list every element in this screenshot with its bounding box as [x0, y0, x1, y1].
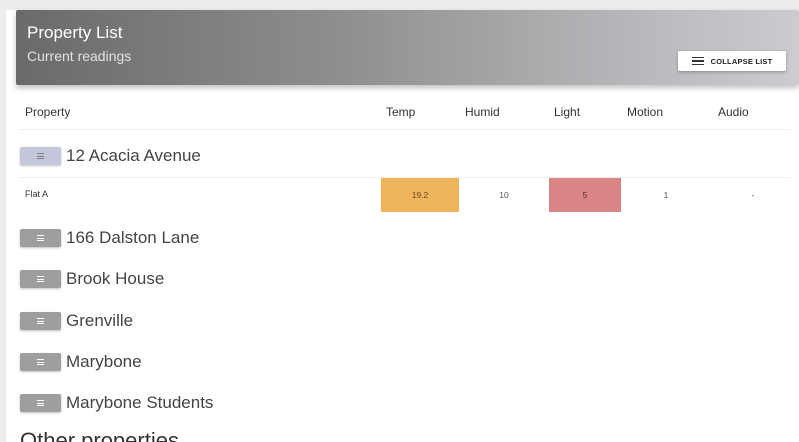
collapse-list-label: COLLAPSE LIST	[710, 56, 773, 66]
list-icon	[37, 153, 44, 159]
expand-toggle-button[interactable]	[20, 147, 61, 165]
expand-toggle-button[interactable]	[20, 270, 61, 288]
property-row: 12 Acacia Avenue	[20, 145, 201, 167]
motion-reading: 1	[663, 190, 669, 200]
property-name: Marybone	[66, 352, 142, 371]
page: Property List Current readings COLLAPSE …	[0, 0, 799, 442]
expand-toggle-button[interactable]	[20, 394, 61, 412]
column-header-audio: Audio	[718, 105, 749, 119]
audio-reading: -	[751, 190, 755, 200]
list-icon	[37, 400, 44, 406]
list-icon	[691, 56, 704, 66]
property-name: Brook House	[66, 269, 165, 288]
light-reading: 5	[549, 178, 621, 212]
column-header-motion: Motion	[627, 105, 664, 119]
column-header-humid: Humid	[465, 105, 500, 119]
property-row: Marybone	[20, 351, 142, 373]
page-subtitle: Current readings	[27, 48, 132, 64]
expand-toggle-button[interactable]	[20, 353, 61, 371]
property-name: Grenville	[66, 311, 134, 330]
column-header-temp: Temp	[386, 105, 416, 119]
property-name: Marybone Students	[66, 393, 214, 412]
column-header-light: Light	[554, 105, 581, 119]
list-icon	[37, 235, 44, 241]
property-name: 166 Dalston Lane	[66, 228, 200, 247]
header-divider	[19, 129, 791, 130]
property-row: 166 Dalston Lane	[20, 227, 199, 249]
other-properties-heading: Other properties	[20, 428, 179, 442]
property-name: 12 Acacia Avenue	[66, 146, 201, 165]
temp-reading: 19.2	[381, 178, 459, 212]
property-row: Brook House	[20, 268, 164, 290]
list-icon	[37, 359, 44, 365]
column-header-property: Property	[25, 105, 71, 119]
property-row: Marybone Students	[20, 392, 213, 414]
list-icon	[37, 276, 44, 282]
collapse-list-button[interactable]: COLLAPSE LIST	[678, 51, 786, 71]
list-icon	[37, 318, 44, 324]
property-list-header: Property List Current readings COLLAPSE …	[16, 10, 799, 85]
page-title: Property List	[27, 23, 123, 42]
unit-name: Flat A	[25, 189, 49, 199]
humid-reading: 10	[499, 190, 509, 200]
expand-toggle-button[interactable]	[20, 312, 61, 330]
expand-toggle-button[interactable]	[20, 229, 61, 247]
property-row: Grenville	[20, 310, 133, 332]
